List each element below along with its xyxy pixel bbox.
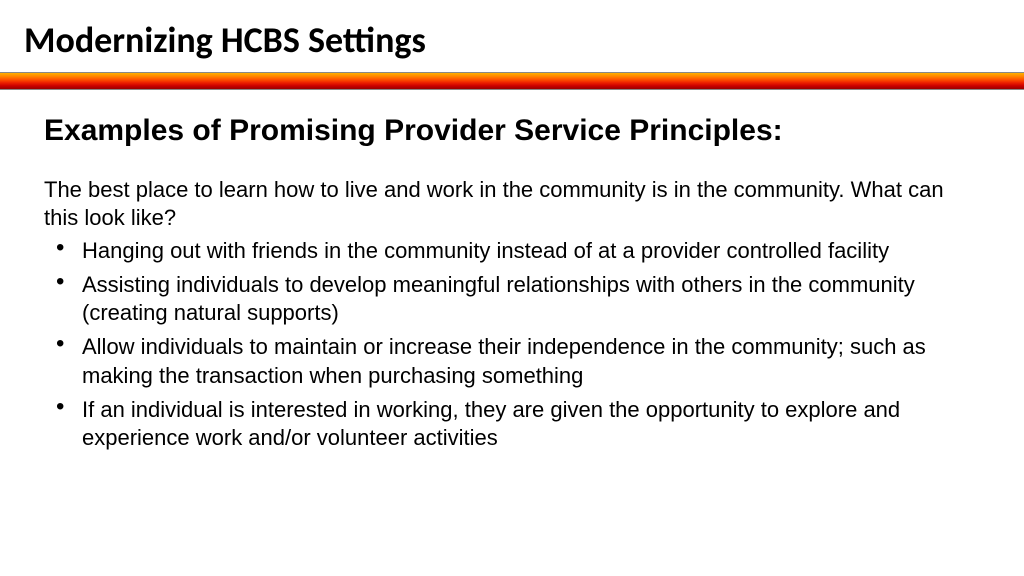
slide-title: Modernizing HCBS Settings <box>0 0 1024 72</box>
slide-content: Examples of Promising Provider Service P… <box>0 90 1024 452</box>
list-item: If an individual is interested in workin… <box>82 396 980 452</box>
bullet-list: Hanging out with friends in the communit… <box>44 237 980 452</box>
decorative-gradient-bar <box>0 72 1024 90</box>
list-item: Hanging out with friends in the communit… <box>82 237 980 265</box>
list-item: Allow individuals to maintain or increas… <box>82 333 980 389</box>
intro-paragraph: The best place to learn how to live and … <box>44 176 980 231</box>
list-item: Assisting individuals to develop meaning… <box>82 271 980 327</box>
slide-subheading: Examples of Promising Provider Service P… <box>44 114 980 148</box>
